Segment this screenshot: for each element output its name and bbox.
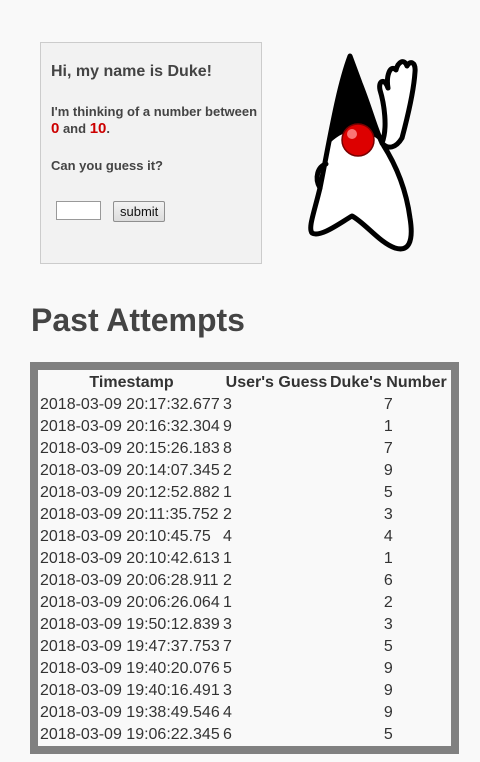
duke-number-cell: 6 [383,572,393,589]
timestamp-cell: 2018-03-09 20:17:32.677 [40,396,220,413]
duke-number-cell: 3 [383,616,393,633]
duke-number-cell: 9 [383,660,393,677]
duke-number-cell: 9 [383,704,393,721]
user-guess-cell: 2 [223,572,232,589]
user-guess-cell: 4 [223,704,232,721]
card-question: Can you guess it? [51,158,163,173]
duke-number-cell: 9 [383,682,393,699]
table-row: 2018-03-09 19:38:49.546 4 9 [40,702,447,724]
duke-mascot-icon [308,53,418,252]
duke-number-cell: 7 [383,440,393,457]
user-guess-cell: 3 [223,396,232,413]
table-row: 2018-03-09 19:50:12.839 3 3 [40,614,447,636]
column-header-duke-number: Duke's Number [330,374,447,391]
duke-number-cell: 5 [383,638,393,655]
column-header-timestamp: Timestamp [89,374,174,391]
duke-number-cell: 1 [383,418,393,435]
table-row: 2018-03-09 19:40:16.491 3 9 [40,680,447,702]
user-guess-cell: 7 [223,638,232,655]
timestamp-cell: 2018-03-09 20:10:45.75 [40,528,211,545]
user-guess-cell: 9 [223,418,232,435]
user-guess-cell: 1 [223,594,232,611]
table-row: 2018-03-09 20:15:26.183 8 7 [40,438,447,460]
timestamp-cell: 2018-03-09 20:06:28.911 [40,572,219,589]
table-row: 2018-03-09 20:17:32.677 3 7 [40,394,447,416]
table-row: 2018-03-09 19:06:22.345 6 5 [40,724,447,746]
table-row: 2018-03-09 20:06:28.911 2 6 [40,570,447,592]
past-attempts-title: Past Attempts [31,302,245,338]
duke-number-cell: 1 [383,550,393,567]
user-guess-cell: 3 [223,616,232,633]
table-row: 2018-03-09 19:40:20.076 5 9 [40,658,447,680]
duke-number-cell: 3 [383,506,393,523]
guess-card: Hi, my name is Duke! I'm thinking of a n… [40,42,262,264]
user-guess-cell: 1 [223,550,232,567]
duke-number-cell: 7 [383,396,393,413]
timestamp-cell: 2018-03-09 20:10:42.613 [40,550,220,567]
timestamp-cell: 2018-03-09 20:15:26.183 [40,440,220,457]
timestamp-cell: 2018-03-09 20:14:07.345 [40,462,220,479]
user-guess-cell: 4 [223,528,232,545]
table-row: 2018-03-09 20:11:35.752 2 3 [40,504,447,526]
user-guess-cell: 1 [223,484,232,501]
user-guess-cell: 2 [223,506,232,523]
timestamp-cell: 2018-03-09 20:16:32.304 [40,418,220,435]
past-attempts-table-frame: Timestamp User's Guess Duke's Number 201… [30,362,459,754]
table-header-row: Timestamp User's Guess Duke's Number [40,372,447,394]
table-row: 2018-03-09 20:10:45.75 4 4 [40,526,447,548]
table-row: 2018-03-09 20:12:52.882 1 5 [40,482,447,504]
timestamp-cell: 2018-03-09 19:47:37.753 [40,638,220,655]
submit-button[interactable]: submit [113,201,166,222]
past-attempts-table: Timestamp User's Guess Duke's Number 201… [40,372,447,746]
timestamp-cell: 2018-03-09 20:06:26.064 [40,594,220,611]
duke-number-cell: 5 [383,726,393,743]
user-guess-cell: 3 [223,682,232,699]
user-guess-cell: 2 [223,462,232,479]
table-row: 2018-03-09 20:14:07.345 2 9 [40,460,447,482]
timestamp-cell: 2018-03-09 20:12:52.882 [40,484,220,501]
table-row: 2018-03-09 20:06:26.064 1 2 [40,592,447,614]
duke-number-cell: 4 [383,528,393,545]
user-guess-cell: 5 [223,660,232,677]
timestamp-cell: 2018-03-09 19:40:16.491 [40,682,220,699]
column-header-user-guess: User's Guess [225,374,328,391]
card-title: Hi, my name is Duke! [51,63,212,80]
card-intro-text: I'm thinking of a number between 0 and 1… [51,103,261,137]
timestamp-cell: 2018-03-09 19:38:49.546 [40,704,220,721]
max-number: 10 [89,120,107,137]
intro-text-prefix: I'm thinking of a number between [51,104,258,119]
duke-number-cell: 9 [383,462,393,479]
user-guess-cell: 8 [223,440,232,457]
timestamp-cell: 2018-03-09 20:11:35.752 [40,506,219,523]
timestamp-cell: 2018-03-09 19:50:12.839 [40,616,220,633]
table-row: 2018-03-09 20:16:32.304 9 1 [40,416,447,438]
timestamp-cell: 2018-03-09 19:40:20.076 [40,660,220,677]
user-guess-cell: 6 [223,726,232,743]
intro-text-suffix: . [106,121,110,136]
intro-text-and: and [59,121,90,136]
guess-input[interactable] [56,201,101,220]
table-row: 2018-03-09 20:10:42.613 1 1 [40,548,447,570]
timestamp-cell: 2018-03-09 19:06:22.345 [40,726,220,743]
table-row: 2018-03-09 19:47:37.753 7 5 [40,636,447,658]
duke-number-cell: 2 [383,594,393,611]
duke-number-cell: 5 [383,484,393,501]
